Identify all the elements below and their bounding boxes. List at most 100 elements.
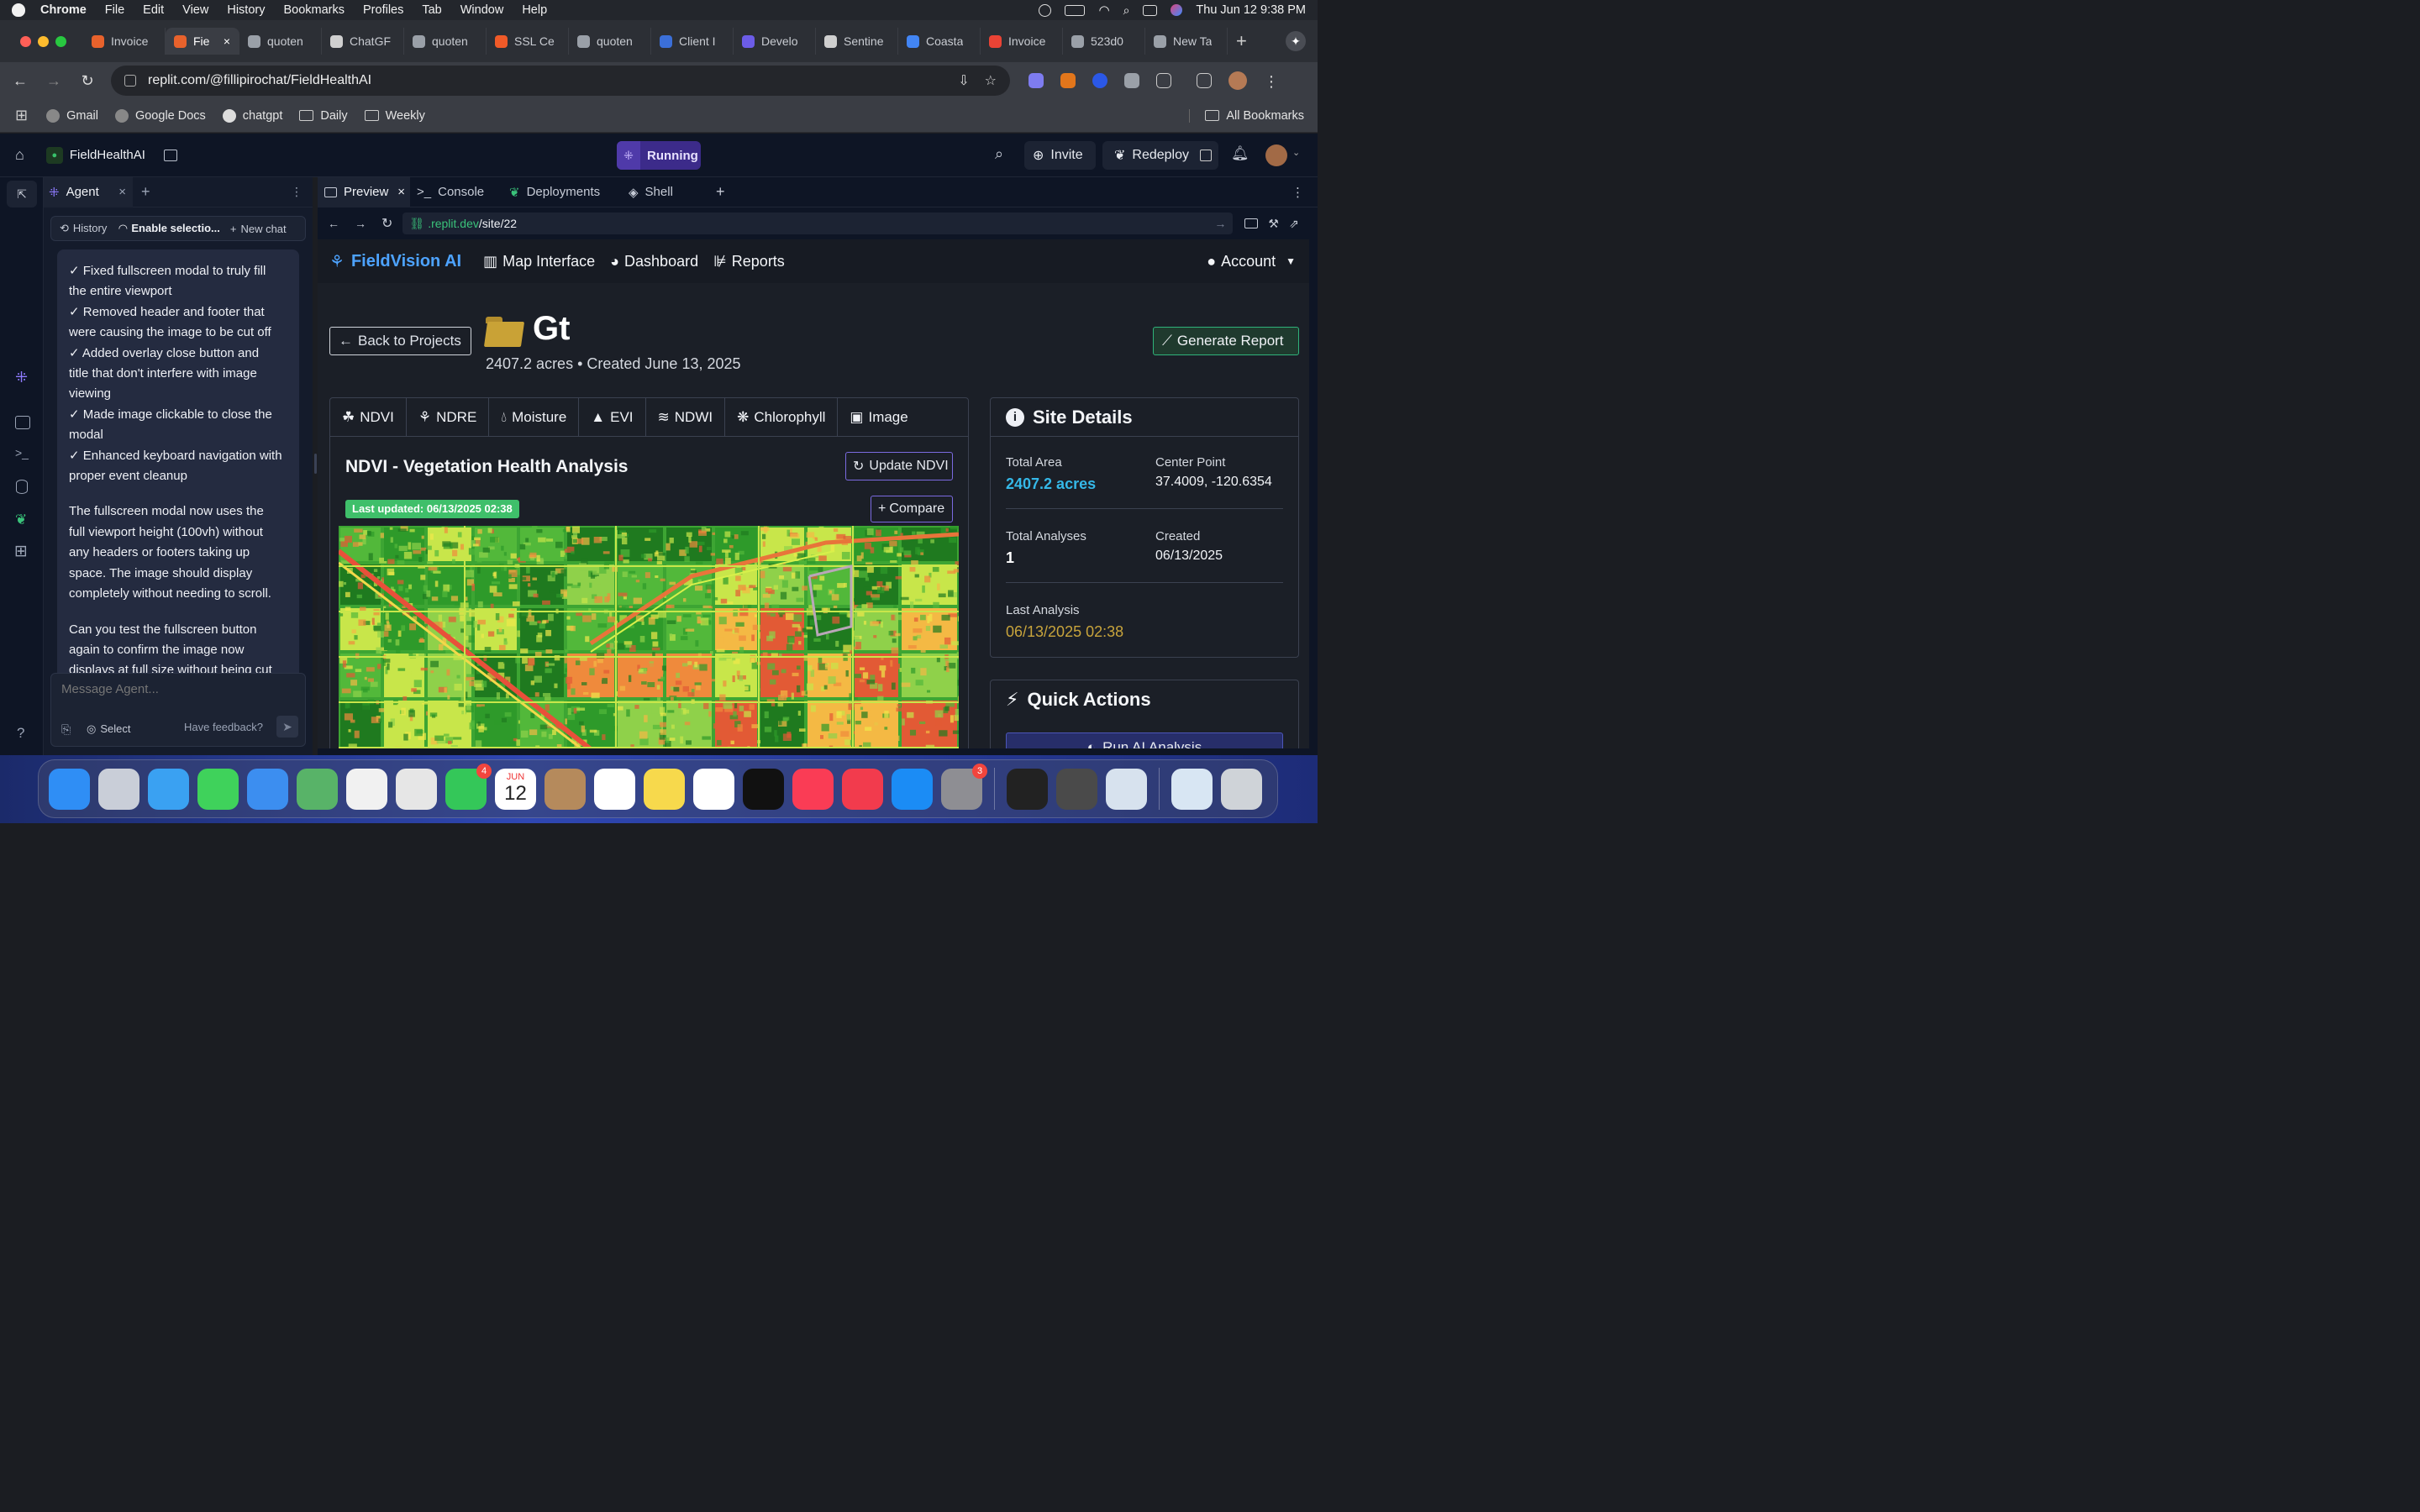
avatar[interactable] <box>1228 71 1247 90</box>
install-app-icon[interactable]: ⇩ <box>958 72 969 89</box>
tab-preview[interactable]: Preview × <box>318 176 410 207</box>
tab-deployments[interactable]: ❦ Deployments <box>502 185 622 200</box>
forward-button[interactable]: → <box>37 72 71 90</box>
trash-icon[interactable] <box>1221 768 1262 810</box>
nav-reports[interactable]: ⊯ Reports <box>713 253 785 270</box>
database-icon[interactable] <box>16 480 28 494</box>
apps-grid-icon[interactable]: ⊞ <box>15 107 28 124</box>
vpn-icon[interactable] <box>1039 3 1052 17</box>
home-icon[interactable]: ⌂ <box>15 146 24 164</box>
feedback-link[interactable]: Have feedback? <box>184 721 263 733</box>
puzzle-icon[interactable] <box>1156 73 1171 88</box>
new-tab-icon[interactable]: + <box>141 183 150 201</box>
bookmark-google-docs[interactable]: Google Docs <box>114 108 206 123</box>
launchpad-icon[interactable] <box>98 768 139 810</box>
bookmark-weekly[interactable]: Weekly <box>364 109 425 123</box>
preview-url-bar[interactable]: ⛓ .replit.dev/site/22 → <box>402 213 1234 234</box>
address-bar[interactable]: replit.com/@fillipirochat/FieldHealthAI … <box>111 66 1010 96</box>
history-button[interactable]: ⟲ History <box>60 222 107 235</box>
menu-app-name[interactable]: Chrome <box>40 3 87 17</box>
safari-icon[interactable] <box>148 768 189 810</box>
browser-tab[interactable]: 523d0 <box>1063 28 1145 55</box>
address-url[interactable]: replit.com/@fillipirochat/FieldHealthAI <box>148 73 371 88</box>
project-logo[interactable]: ● <box>45 146 63 164</box>
go-icon[interactable]: → <box>1214 217 1226 230</box>
calendar-icon[interactable]: JUN 12 <box>495 768 536 810</box>
finder-icon[interactable] <box>49 768 90 810</box>
close-icon[interactable]: × <box>118 185 126 199</box>
settings-icon[interactable]: 3 <box>941 763 987 810</box>
mail-icon[interactable] <box>247 768 288 810</box>
preview-back-icon[interactable]: ← <box>328 217 339 230</box>
panel-resize-handle[interactable] <box>314 454 317 474</box>
redeploy-button[interactable]: ❦ Redeploy <box>1102 141 1218 170</box>
tab-chlorophyll[interactable]: ❋ Chlorophyll <box>725 397 839 437</box>
all-bookmarks[interactable]: All Bookmarks <box>1189 108 1304 123</box>
project-name[interactable]: FieldHealthAI <box>70 148 145 162</box>
select-button[interactable]: ◎ Select <box>87 722 130 736</box>
app-icon[interactable] <box>1007 768 1048 810</box>
all-tools-icon[interactable]: ⊞ <box>14 542 28 561</box>
tools-toggle-icon[interactable]: ⇱ <box>7 181 37 207</box>
tab-image[interactable]: ▣ Image <box>838 398 919 437</box>
menu-edit[interactable]: Edit <box>143 3 164 17</box>
metamask-icon[interactable] <box>1060 73 1076 88</box>
deploy-menu-icon[interactable] <box>1200 150 1212 161</box>
tab-shell[interactable]: ◈ Shell <box>622 185 711 200</box>
chrome-icon[interactable] <box>396 768 437 810</box>
account-dropdown[interactable]: ● Account ▼ <box>1207 253 1296 270</box>
devices-icon[interactable] <box>1244 218 1259 228</box>
menu-bookmarks[interactable]: Bookmarks <box>283 3 345 17</box>
browser-tab[interactable]: Invoice <box>83 28 166 55</box>
reload-button[interactable]: ↻ <box>71 72 104 90</box>
preview-reload-icon[interactable]: ↻ <box>381 215 392 232</box>
user-avatar[interactable] <box>1265 144 1287 166</box>
browser-tab[interactable]: quoten <box>404 28 487 55</box>
tab-ndvi[interactable]: ☘ NDVI <box>330 397 407 437</box>
new-tab-button[interactable]: + <box>1236 30 1247 52</box>
attach-icon[interactable]: ⎘ <box>61 722 71 737</box>
wifi-icon[interactable]: ◠ <box>1098 3 1109 18</box>
unity-icon[interactable] <box>1056 768 1097 810</box>
console-icon[interactable]: >_ <box>15 446 29 459</box>
message-input[interactable] <box>61 682 297 696</box>
messages-icon[interactable] <box>197 768 239 810</box>
menu-tab[interactable]: Tab <box>422 3 441 17</box>
bookmark-daily[interactable]: Daily <box>299 109 348 123</box>
apple-icon[interactable] <box>12 3 25 17</box>
preview-forward-icon[interactable]: → <box>355 217 366 230</box>
nav-dashboard[interactable]: ◕ Dashboard <box>610 253 698 270</box>
menu-window[interactable]: Window <box>460 3 504 17</box>
minimize-window-button[interactable] <box>38 35 49 47</box>
siri-icon[interactable] <box>1171 4 1183 16</box>
tv-icon[interactable] <box>743 768 784 810</box>
workspace-menu-icon[interactable]: ⋮ <box>1292 185 1304 200</box>
battery-icon[interactable] <box>1065 4 1086 16</box>
freeform-icon[interactable] <box>693 768 734 810</box>
news-icon[interactable] <box>842 768 883 810</box>
tab-console[interactable]: >_ Console <box>410 185 502 199</box>
chrome-menu-icon[interactable]: ⋮ <box>1264 73 1279 90</box>
app-brand[interactable]: ⚘ FieldVision AI <box>329 251 461 272</box>
project-menu-icon[interactable] <box>163 149 177 161</box>
camera-icon[interactable] <box>1124 73 1139 88</box>
tab-agent[interactable]: ⁜ Agent × <box>44 176 133 207</box>
extension-icon[interactable] <box>1092 73 1107 88</box>
bell-icon[interactable]: 🔔︎ <box>1231 145 1249 162</box>
menu-view[interactable]: View <box>182 3 208 17</box>
open-external-icon[interactable]: ⇗ <box>1289 217 1299 231</box>
browser-tab[interactable]: Sentine <box>816 28 898 55</box>
devtools-icon[interactable]: ⚒ <box>1268 217 1279 231</box>
reminders-icon[interactable] <box>594 768 635 810</box>
menu-help[interactable]: Help <box>522 3 547 17</box>
browser-tab[interactable]: quoten <box>569 28 651 55</box>
contacts-icon[interactable] <box>544 768 586 810</box>
browser-tab[interactable]: Client I <box>651 28 734 55</box>
deployments-icon[interactable]: ❦ <box>15 512 27 528</box>
facetime-icon[interactable]: 4 <box>445 763 492 810</box>
menu-file[interactable]: File <box>105 3 124 17</box>
close-tab-icon[interactable]: × <box>224 34 230 48</box>
send-button[interactable]: ➤ <box>276 716 298 738</box>
chrome-labs-icon[interactable]: ✦ <box>1286 31 1306 51</box>
compare-button[interactable]: + Compare <box>871 496 953 522</box>
